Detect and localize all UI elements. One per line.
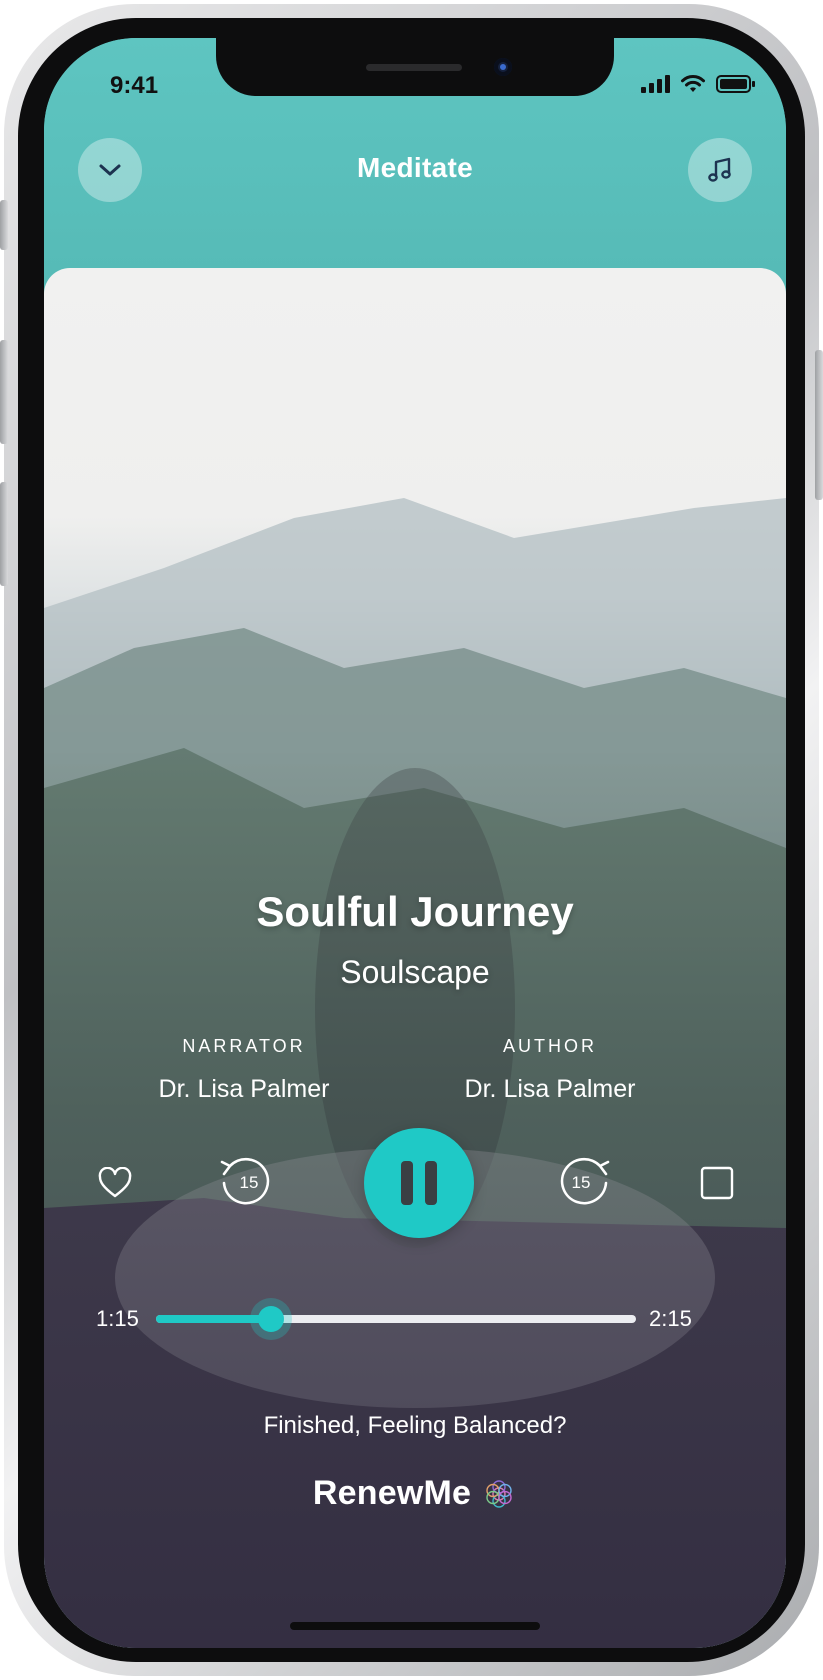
- track-title: Soulful Journey: [256, 888, 574, 935]
- elapsed-time: 1:15: [96, 1306, 139, 1331]
- notch: [216, 38, 614, 96]
- music-button[interactable]: [688, 138, 752, 202]
- track-subtitle: Soulscape: [340, 954, 490, 990]
- cellular-signal-icon: [641, 75, 670, 93]
- status-time: 9:41: [110, 72, 159, 99]
- author-name: Dr. Lisa Palmer: [464, 1075, 636, 1103]
- stop-icon: [700, 1166, 734, 1200]
- brand-name: RenewMe: [312, 1474, 472, 1512]
- music-note-icon: [708, 157, 731, 182]
- forward-button[interactable]: 15: [554, 1152, 616, 1214]
- progress-handle[interactable]: [258, 1306, 285, 1332]
- home-indicator[interactable]: [290, 1622, 540, 1630]
- favorite-button[interactable]: [87, 1155, 143, 1211]
- author-credit: AUTHOR Dr. Lisa Palmer: [400, 1036, 700, 1104]
- lotus-icon: [486, 1479, 512, 1508]
- pause-icon: [395, 1161, 443, 1205]
- power-button: [815, 350, 823, 500]
- screen: 9:41 Meditate Soulful Journey Soulscape …: [44, 38, 786, 1648]
- forward-seconds: 15: [571, 1173, 591, 1192]
- mute-switch: [0, 200, 8, 250]
- progress-fill: [156, 1315, 272, 1323]
- narrator-name: Dr. Lisa Palmer: [158, 1075, 330, 1103]
- volume-down-button: [0, 482, 8, 586]
- phone-frame: 9:41 Meditate Soulful Journey Soulscape …: [0, 4, 823, 1676]
- wifi-icon: [681, 75, 705, 92]
- narrator-credit: NARRATOR Dr. Lisa Palmer: [94, 1036, 394, 1104]
- rewind-seconds: 15: [239, 1173, 259, 1192]
- progress-slider[interactable]: [156, 1306, 636, 1332]
- brand-logo: RenewMe: [44, 1474, 786, 1513]
- finished-prompt[interactable]: Finished, Feeling Balanced?: [44, 1412, 786, 1440]
- rewind-button[interactable]: 15: [214, 1152, 276, 1214]
- total-time: 2:15: [649, 1306, 692, 1331]
- narrator-label: NARRATOR: [182, 1036, 306, 1056]
- stop-button[interactable]: [689, 1155, 745, 1211]
- player-card: Soulful Journey Soulscape NARRATOR Dr. L…: [44, 268, 786, 1648]
- pause-button[interactable]: [364, 1128, 474, 1238]
- status-icons: [641, 74, 756, 94]
- speaker-grille: [366, 64, 462, 71]
- author-label: AUTHOR: [503, 1036, 597, 1056]
- page-title: Meditate: [357, 152, 473, 183]
- front-camera: [494, 58, 512, 76]
- battery-icon: [716, 75, 755, 93]
- playback-controls: 15 15: [44, 1128, 786, 1238]
- volume-up-button: [0, 340, 8, 444]
- heart-icon: [98, 1167, 132, 1198]
